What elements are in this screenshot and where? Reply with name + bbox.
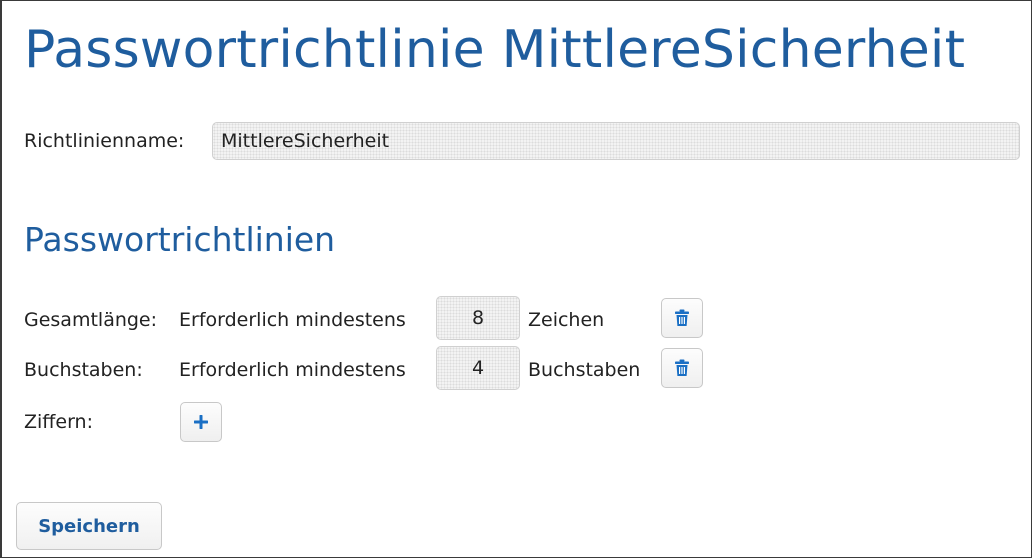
rule-label: Buchstaben: bbox=[24, 359, 143, 381]
rule-unit-text: Zeichen bbox=[528, 309, 605, 331]
add-rule-button[interactable] bbox=[180, 402, 222, 442]
window-frame bbox=[0, 0, 1032, 558]
trash-icon bbox=[675, 309, 689, 326]
rule-label: Gesamtlänge: bbox=[24, 309, 158, 331]
total-length-input[interactable] bbox=[436, 296, 520, 340]
delete-rule-button[interactable] bbox=[661, 348, 703, 388]
rule-unit-text: Buchstaben bbox=[528, 359, 641, 381]
delete-rule-button[interactable] bbox=[661, 298, 703, 338]
page-title: Passwortrichtlinie MittlereSicherheit bbox=[24, 20, 966, 80]
letters-input[interactable] bbox=[436, 346, 520, 390]
rule-requirement-text: Erforderlich mindestens bbox=[179, 309, 406, 331]
rule-requirement-text: Erforderlich mindestens bbox=[179, 359, 406, 381]
rule-label: Ziffern: bbox=[24, 411, 93, 433]
policy-name-label: Richtlinienname: bbox=[24, 130, 185, 152]
policy-name-input[interactable] bbox=[212, 122, 1020, 160]
plus-icon bbox=[194, 415, 208, 429]
trash-icon bbox=[675, 359, 689, 376]
save-button[interactable]: Speichern bbox=[16, 502, 162, 550]
section-title-password-rules: Passwortrichtlinien bbox=[24, 220, 336, 259]
